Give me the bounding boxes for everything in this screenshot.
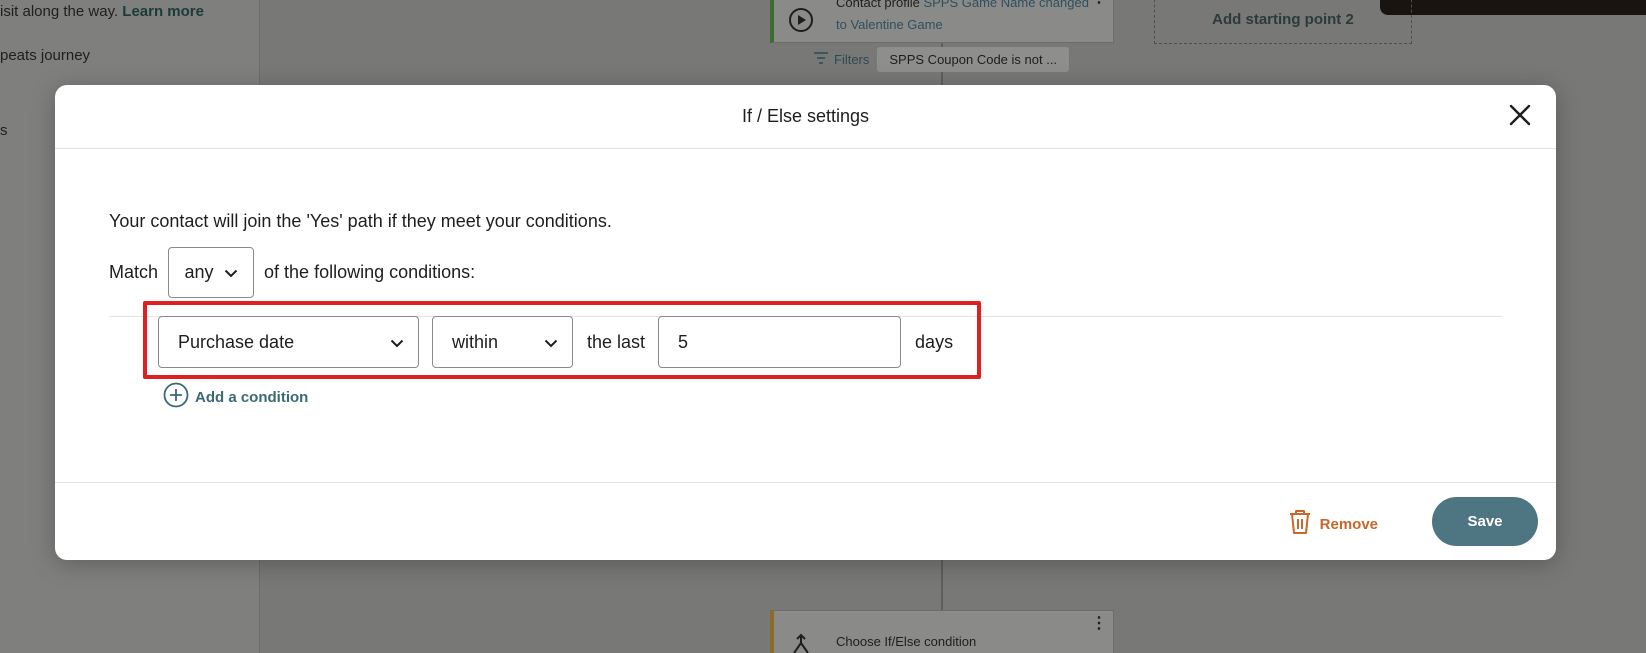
filters-row: Filters SPPS Coupon Code is not ... bbox=[814, 47, 1070, 72]
condition-connector-label: the last bbox=[587, 331, 646, 352]
trash-icon bbox=[1288, 509, 1312, 539]
trigger-node[interactable]: Contact profile SPPS Game Name changed t… bbox=[770, 0, 1114, 43]
filter-icon bbox=[814, 52, 828, 67]
condition-row: Purchase date within the last days bbox=[158, 316, 953, 368]
plus-circle-icon bbox=[163, 382, 189, 412]
trigger-node-line1: Contact profile SPPS Game Name changed bbox=[836, 0, 1089, 14]
close-button[interactable] bbox=[1506, 103, 1534, 131]
match-row: Match any of the following conditions: bbox=[109, 247, 475, 298]
chevron-down-icon bbox=[390, 332, 404, 353]
connector-line-bottom bbox=[941, 560, 943, 610]
chevron-down-icon bbox=[224, 262, 238, 283]
trigger-node-line2: to Valentine Game bbox=[836, 17, 943, 32]
match-mode-select[interactable]: any bbox=[168, 247, 255, 298]
kebab-menu-icon[interactable]: ⋮ bbox=[1091, 0, 1107, 7]
filters-link[interactable]: Filters bbox=[814, 52, 869, 67]
save-button[interactable]: Save bbox=[1432, 497, 1538, 546]
condition-unit-label: days bbox=[915, 331, 954, 352]
trigger-node-highlight: SPPS Game Name changed bbox=[923, 0, 1089, 10]
ifelse-settings-modal: If / Else settings Your contact will joi… bbox=[55, 85, 1556, 560]
trigger-node-prefix: Contact profile bbox=[836, 0, 920, 10]
left-panel-help-text: isit along the way. Learn more bbox=[0, 3, 204, 20]
learn-more-link[interactable]: Learn more bbox=[122, 3, 204, 20]
match-suffix-label: of the following conditions: bbox=[264, 262, 476, 282]
help-text: isit along the way. bbox=[0, 3, 119, 20]
match-prefix-label: Match bbox=[109, 262, 159, 282]
modal-footer: Remove Save bbox=[55, 482, 1556, 560]
kebab-menu-icon[interactable]: ⋮ bbox=[1091, 613, 1107, 633]
condition-field-value: Purchase date bbox=[178, 331, 295, 352]
add-condition-label: Add a condition bbox=[195, 388, 309, 406]
add-condition-button[interactable]: Add a condition bbox=[163, 382, 308, 412]
condition-operator-value: within bbox=[452, 331, 499, 352]
match-mode-value: any bbox=[184, 262, 214, 282]
close-icon bbox=[1509, 104, 1531, 131]
condition-operator-select[interactable]: within bbox=[432, 316, 573, 368]
play-icon bbox=[788, 7, 814, 33]
ifelse-node[interactable]: Choose If/Else condition ⋮ bbox=[770, 610, 1114, 653]
top-dark-bar bbox=[1380, 0, 1646, 15]
filters-label: Filters bbox=[834, 52, 870, 67]
left-panel-fragment: s bbox=[0, 122, 8, 139]
chevron-down-icon bbox=[544, 332, 558, 353]
add-starting-point-box[interactable]: Add starting point 2 bbox=[1154, 0, 1412, 44]
left-panel-journey-text: peats journey bbox=[0, 47, 91, 64]
split-icon bbox=[788, 631, 814, 653]
modal-title: If / Else settings bbox=[741, 106, 870, 126]
condition-field-select[interactable]: Purchase date bbox=[158, 316, 419, 368]
modal-body: Your contact will join the 'Yes' path if… bbox=[55, 149, 1556, 481]
condition-value-input[interactable] bbox=[658, 316, 902, 368]
remove-button[interactable]: Remove bbox=[1288, 509, 1378, 539]
ifelse-node-label: Choose If/Else condition bbox=[836, 634, 977, 649]
modal-header: If / Else settings bbox=[55, 85, 1556, 149]
filter-chip[interactable]: SPPS Coupon Code is not ... bbox=[877, 47, 1070, 72]
intro-text: Your contact will join the 'Yes' path if… bbox=[109, 211, 612, 231]
remove-label: Remove bbox=[1319, 515, 1378, 533]
